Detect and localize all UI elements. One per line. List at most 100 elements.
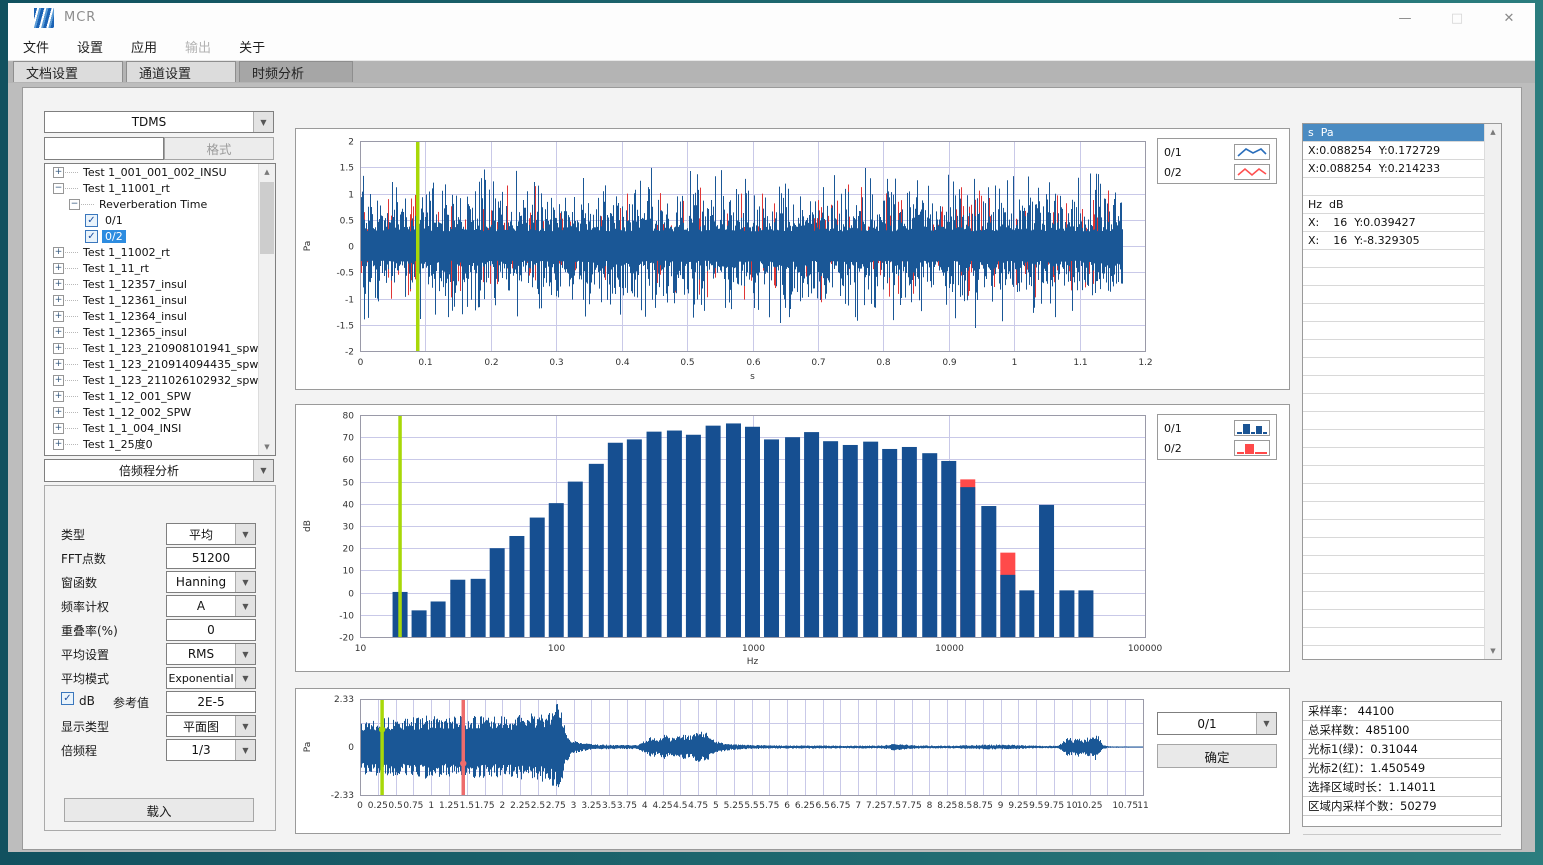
cursor-list-row[interactable]: s Pa (1303, 124, 1485, 142)
cursor-list-row[interactable]: X:0.088254 Y:0.172729 (1303, 142, 1485, 160)
legend-item[interactable]: 0/2 (1164, 162, 1270, 182)
avg-setting-select[interactable]: RMS▼ (166, 643, 256, 665)
tree-item[interactable]: + Test 1_11_rt (45, 260, 275, 276)
tab-document-settings[interactable]: 文档设置 (13, 61, 123, 82)
cursor-list-row[interactable] (1303, 484, 1485, 502)
chevron-down-icon[interactable]: ▼ (253, 112, 273, 132)
channel-checkbox[interactable]: ✓ (85, 214, 98, 227)
tree-item-label[interactable]: 0/1 (102, 214, 126, 227)
cursor-list-row[interactable]: X:0.088254 Y:0.214233 (1303, 160, 1485, 178)
expand-icon[interactable]: + (53, 167, 64, 178)
close-button[interactable]: ✕ (1483, 3, 1535, 33)
tree-item[interactable]: +Test 1_12365_insul (45, 324, 275, 340)
tree-item-label[interactable]: Reverberation Time (96, 198, 210, 211)
expand-icon[interactable]: + (53, 327, 64, 338)
cursor-list-row[interactable]: Hz dB (1303, 196, 1485, 214)
file-format-select[interactable]: TDMS ▼ (44, 111, 274, 133)
legend-item[interactable]: 0/1 (1164, 142, 1270, 162)
overview-waveform-chart[interactable] (296, 689, 1287, 831)
expand-icon[interactable]: + (53, 263, 64, 274)
expand-icon[interactable]: + (53, 391, 64, 402)
time-waveform-legend[interactable]: 0/10/2 (1157, 138, 1277, 184)
ref-value-input[interactable]: 2E-5 (166, 691, 256, 713)
tree-item-label[interactable]: Test 1_12_002_SPW (80, 406, 194, 419)
tree-item[interactable]: + Test 1_12_002_SPW (45, 404, 275, 420)
cursor-list-row[interactable] (1303, 304, 1485, 322)
scroll-down-icon[interactable]: ▼ (1485, 643, 1501, 659)
tree-item[interactable]: + Test 1_1_004_INSI (45, 420, 275, 436)
tree-item[interactable]: − Reverberation Time (45, 196, 275, 212)
menu-settings[interactable]: 设置 (64, 33, 116, 60)
chevron-down-icon[interactable]: ▼ (235, 716, 255, 736)
chevron-down-icon[interactable]: ▼ (235, 596, 255, 616)
chevron-down-icon[interactable]: ▼ (235, 572, 255, 592)
cursor-list-row[interactable] (1303, 610, 1485, 628)
tree-scrollbar[interactable]: ▲ ▼ (258, 164, 275, 455)
expand-icon[interactable]: + (53, 407, 64, 418)
tree-item-label[interactable]: Test 1_001_001_002_INSU (80, 166, 230, 179)
cursor-list-row[interactable] (1303, 502, 1485, 520)
expand-icon[interactable]: + (53, 311, 64, 322)
cursor-list-scrollbar[interactable]: ▲ ▼ (1484, 124, 1501, 659)
cursor-list-row[interactable] (1303, 358, 1485, 376)
expand-icon[interactable]: + (53, 359, 64, 370)
expand-icon[interactable]: + (53, 375, 64, 386)
cursor-list-row[interactable] (1303, 376, 1485, 394)
expand-icon[interactable]: + (53, 423, 64, 434)
octave-select[interactable]: 1/3▼ (166, 739, 256, 761)
cursor-list-row[interactable] (1303, 538, 1485, 556)
type-select[interactable]: 平均▼ (166, 523, 256, 545)
legend-item[interactable]: 0/1 (1164, 418, 1270, 438)
maximize-button[interactable]: □ (1431, 3, 1483, 33)
avg-mode-select[interactable]: Exponential▼ (166, 667, 256, 689)
cursor-list-row[interactable] (1303, 178, 1485, 196)
chevron-down-icon[interactable]: ▼ (235, 524, 255, 544)
overview-channel-select[interactable]: 0/1 ▼ (1157, 712, 1277, 735)
tree-item-label[interactable]: Test 1_123_210908101941_spw (80, 342, 261, 355)
chevron-down-icon[interactable]: ▼ (253, 460, 273, 481)
collapse-icon[interactable]: − (69, 199, 80, 210)
expand-icon[interactable]: + (53, 343, 64, 354)
tree-item[interactable]: +Test 1_12361_insul (45, 292, 275, 308)
tree-item-label[interactable]: 0/2 (102, 230, 126, 243)
expand-icon[interactable]: + (53, 439, 64, 450)
cursor-list-row[interactable] (1303, 322, 1485, 340)
cursor-list-row[interactable] (1303, 556, 1485, 574)
menu-about[interactable]: 关于 (226, 33, 278, 60)
tree-item-label[interactable]: Test 1_12364_insul (80, 310, 190, 323)
tab-time-frequency-analysis[interactable]: 时频分析 (239, 61, 353, 82)
tree-item-label[interactable]: Test 1_1_004_INSI (80, 422, 184, 435)
scroll-up-icon[interactable]: ▲ (259, 164, 275, 180)
tree-item-label[interactable]: Test 1_123_210914094435_spw (80, 358, 261, 371)
minimize-button[interactable]: — (1379, 3, 1431, 33)
tree-item[interactable]: + Test 1_12364_insul (45, 308, 275, 324)
confirm-button[interactable]: 确定 (1157, 744, 1277, 768)
legend-item[interactable]: 0/2 (1164, 438, 1270, 458)
chevron-down-icon[interactable]: ▼ (235, 668, 255, 688)
tree-item[interactable]: −Test 1_11001_rt (45, 180, 275, 196)
time-waveform-chart[interactable] (296, 129, 1287, 387)
tree-item[interactable]: + Test 1_123_210914094435_spw (45, 356, 275, 372)
channel-checkbox[interactable]: ✓ (85, 230, 98, 243)
fft-points-input[interactable]: 51200 (166, 547, 256, 569)
cursor-list-row[interactable] (1303, 628, 1485, 646)
cursor-list-row[interactable] (1303, 340, 1485, 358)
filter-input[interactable] (44, 137, 164, 160)
tree-scrollbar-thumb[interactable] (260, 182, 274, 254)
load-button[interactable]: 载入 (64, 798, 254, 822)
cursor-list-row[interactable] (1303, 430, 1485, 448)
cursor-list-row[interactable] (1303, 448, 1485, 466)
expand-icon[interactable]: + (53, 247, 64, 258)
cursor-list-row[interactable] (1303, 592, 1485, 610)
chevron-down-icon[interactable]: ▼ (235, 644, 255, 664)
tree-item-label[interactable]: Test 1_11_rt (80, 262, 152, 275)
tree-item-label[interactable]: Test 1_11001_rt (80, 182, 173, 195)
cursor-list-row[interactable] (1303, 250, 1485, 268)
cursor-list-row[interactable] (1303, 574, 1485, 592)
tree-item[interactable]: ✓ 0/2 (45, 228, 275, 244)
tree-item[interactable]: + Test 1_123_210908101941_spw (45, 340, 275, 356)
tree-item-label[interactable]: Test 1_11002_rt (80, 246, 173, 259)
tree-item[interactable]: +Test 1_25度0 (45, 436, 275, 452)
cursor-list-row[interactable]: X: 16 Y:-8.329305 (1303, 232, 1485, 250)
window-fn-select[interactable]: Hanning▼ (166, 571, 256, 593)
